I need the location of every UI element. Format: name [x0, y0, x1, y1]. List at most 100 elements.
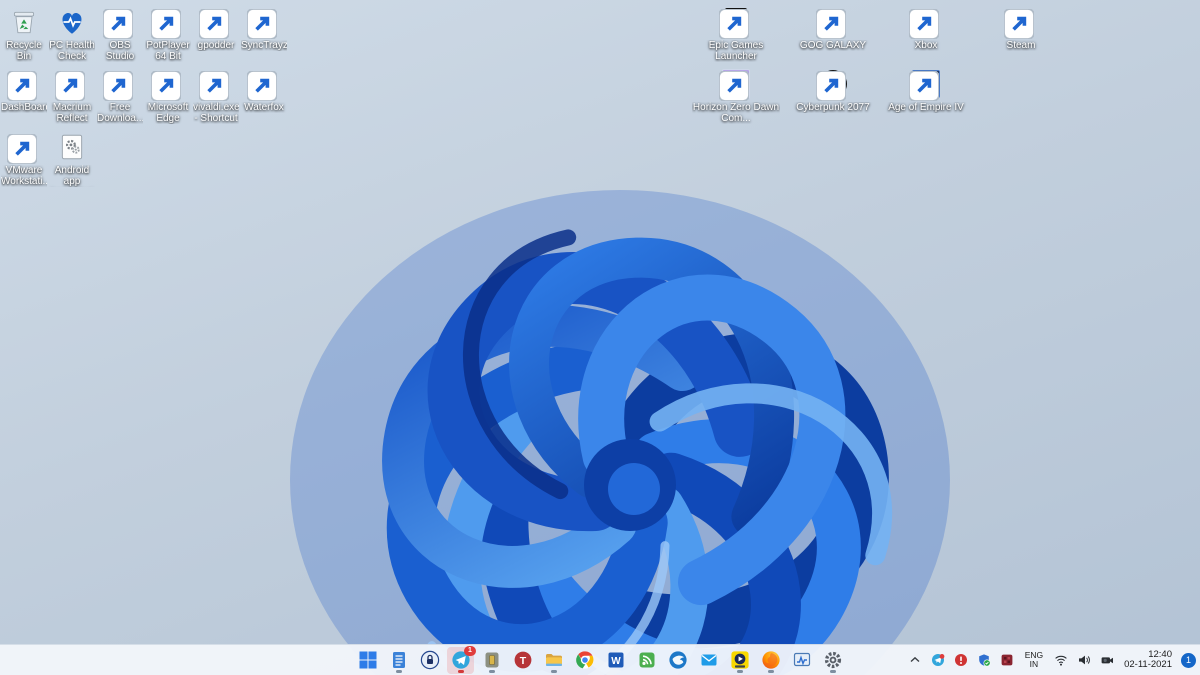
- shortcut-arrow-icon: [199, 9, 229, 39]
- language-line2: IN: [1029, 659, 1039, 669]
- t-app-letter: T: [519, 655, 526, 667]
- potplayer-icon: [152, 6, 184, 38]
- desktop-icon-dashboard[interactable]: DashBoard: [1, 68, 47, 113]
- desktop-icon-steam[interactable]: Steam: [977, 6, 1065, 51]
- mail-icon: [701, 654, 716, 666]
- tray-telegram-icon[interactable]: [930, 652, 946, 668]
- icon-label: PC Health Check: [49, 40, 95, 62]
- icon-label: Cyberpunk 2077: [796, 102, 870, 113]
- xbox-icon: [910, 6, 942, 38]
- system-tray: ENG IN 12:40 02-11-2021 1: [907, 645, 1196, 675]
- t-app-icon: T: [514, 651, 531, 669]
- taskbar-app-word[interactable]: W: [602, 647, 629, 674]
- taskbar-app-task-manager[interactable]: [788, 647, 815, 674]
- volume-icon[interactable]: [1076, 652, 1092, 668]
- taskbar-app-telegram[interactable]: 1: [447, 645, 476, 674]
- taskbar-app-rss-reader[interactable]: [633, 647, 660, 674]
- word-letter: W: [611, 656, 621, 667]
- tray-device-icon[interactable]: [1099, 652, 1115, 668]
- running-indicator: [767, 669, 774, 673]
- taskbar-app-settings[interactable]: [819, 647, 846, 674]
- icon-label: Android app Install.bat: [54, 165, 90, 187]
- icon-label: Macrium Reflect: [52, 102, 92, 124]
- recycle-bin-icon: [8, 6, 40, 38]
- desktop-icon-potplayer[interactable]: PotPlayer 64 Bit: [145, 6, 191, 62]
- taskbar-app-potplayer[interactable]: [726, 647, 753, 674]
- free-download-manager-icon: [104, 68, 136, 100]
- icon-label: VMware Workstati...: [1, 165, 47, 187]
- desktop-icon-horizon-zero-dawn[interactable]: Horizon Zero Dawn Com...: [692, 68, 780, 124]
- rss-reader-icon: [639, 652, 654, 668]
- desktop-icon-obs-studio[interactable]: OBS Studio: [97, 6, 143, 62]
- taskbar-app-thunderbird[interactable]: [664, 647, 691, 674]
- desktop-icon-synctrayzor[interactable]: SyncTrayzor...: [241, 6, 287, 51]
- desktop-icon-age-of-empires-4[interactable]: IV Age of Empire IV: [882, 68, 970, 113]
- taskbar-app-t[interactable]: T: [509, 647, 536, 674]
- microsoft-edge-icon: [152, 68, 184, 100]
- icon-label: PotPlayer 64 Bit: [146, 40, 190, 62]
- taskbar: 1 T W ENG IN 12:40 02-11-2021 1: [0, 644, 1200, 675]
- icon-label: SyncTrayzor...: [241, 40, 287, 51]
- utility-app-icon: [485, 652, 498, 668]
- desktop-icon-epic-games[interactable]: EPIC GAMES Epic Games Launcher: [692, 6, 780, 62]
- tray-alert-icon[interactable]: [953, 652, 969, 668]
- taskbar-clock[interactable]: 12:40 02-11-2021: [1122, 648, 1174, 673]
- desktop-icon-macrium-reflect[interactable]: Macrium Reflect: [49, 68, 95, 124]
- chrome-icon: [575, 651, 594, 669]
- taskbar-app-chrome[interactable]: [571, 647, 598, 674]
- desktop-icon-cyberpunk-2077[interactable]: Cyberpunk 2077: [789, 68, 877, 113]
- icon-label: Waterfox: [244, 102, 284, 113]
- language-indicator[interactable]: ENG IN: [1022, 649, 1046, 671]
- taskbar-app-utility[interactable]: [478, 647, 505, 674]
- tray-scanner-icon[interactable]: [999, 652, 1015, 668]
- running-indicator: [550, 669, 557, 673]
- shortcut-arrow-icon: [7, 71, 37, 101]
- desktop-icon-microsoft-edge[interactable]: Microsoft Edge: [145, 68, 191, 124]
- desktop-icon-recycle-bin[interactable]: Recycle Bin: [1, 6, 47, 62]
- shortcut-arrow-icon: [151, 71, 181, 101]
- shortcut-arrow-icon: [199, 71, 229, 101]
- desktop-icon-android-install-bat[interactable]: Android app Install.bat: [49, 131, 95, 187]
- notes-app-icon: [392, 652, 405, 668]
- firefox-icon: [761, 651, 780, 669]
- batch-file-icon: [56, 131, 88, 163]
- shortcut-arrow-icon: [247, 71, 277, 101]
- padlock-app-icon: [420, 650, 439, 670]
- epic-games-icon: EPIC GAMES: [720, 6, 752, 38]
- taskbar-app-file-explorer[interactable]: [540, 647, 567, 674]
- start-button[interactable]: [354, 647, 381, 674]
- vmware-workstation-icon: [8, 131, 40, 163]
- wifi-icon[interactable]: [1053, 652, 1069, 668]
- notification-count-badge[interactable]: 1: [1181, 652, 1196, 668]
- cyberpunk-2077-icon: [817, 68, 849, 100]
- icon-label: OBS Studio: [105, 40, 135, 62]
- tray-security-shield-icon[interactable]: [976, 652, 992, 668]
- windows-11-desktop[interactable]: { "wallpaper": { "name": "windows-11-blo…: [0, 0, 1200, 675]
- desktop-icon-vivaldi[interactable]: V vivaldi.exe - Shortcut: [193, 68, 239, 124]
- shortcut-arrow-icon: [247, 9, 277, 39]
- desktop-icon-gog-galaxy[interactable]: GOG GALAXY: [789, 6, 877, 51]
- desktop-icon-vmware-workstation[interactable]: VMware Workstati...: [1, 131, 47, 187]
- taskbar-app-notes[interactable]: [385, 647, 412, 674]
- taskbar-app-mail[interactable]: [695, 647, 722, 674]
- running-indicator: [395, 669, 402, 673]
- taskbar-app-firefox[interactable]: [757, 647, 784, 674]
- taskbar-app-lock[interactable]: [416, 647, 443, 674]
- tray-chevron-up[interactable]: [907, 652, 923, 668]
- gog-galaxy-icon: [817, 6, 849, 38]
- desktop-icon-gpodder[interactable]: gpodder: [193, 6, 239, 51]
- icon-label: Horizon Zero Dawn Com...: [692, 102, 780, 124]
- desktop-icon-pc-health-check[interactable]: PC Health Check: [49, 6, 95, 62]
- icon-label: vivaldi.exe - Shortcut: [193, 102, 239, 124]
- gear-icon: [824, 651, 841, 669]
- potplayer-icon: [730, 650, 750, 670]
- shortcut-arrow-icon: [103, 71, 133, 101]
- vivaldi-icon: V: [200, 68, 232, 100]
- desktop-icon-xbox[interactable]: Xbox: [882, 6, 970, 51]
- desktop-icon-free-download-manager[interactable]: Free Downloa...: [97, 68, 143, 124]
- pc-health-check-icon: [56, 6, 88, 38]
- desktop-icon-waterfox[interactable]: W Waterfox: [241, 68, 287, 113]
- shortcut-arrow-icon: [151, 9, 181, 39]
- shortcut-arrow-icon: [1004, 9, 1034, 39]
- icon-label: Microsoft Edge: [147, 102, 189, 124]
